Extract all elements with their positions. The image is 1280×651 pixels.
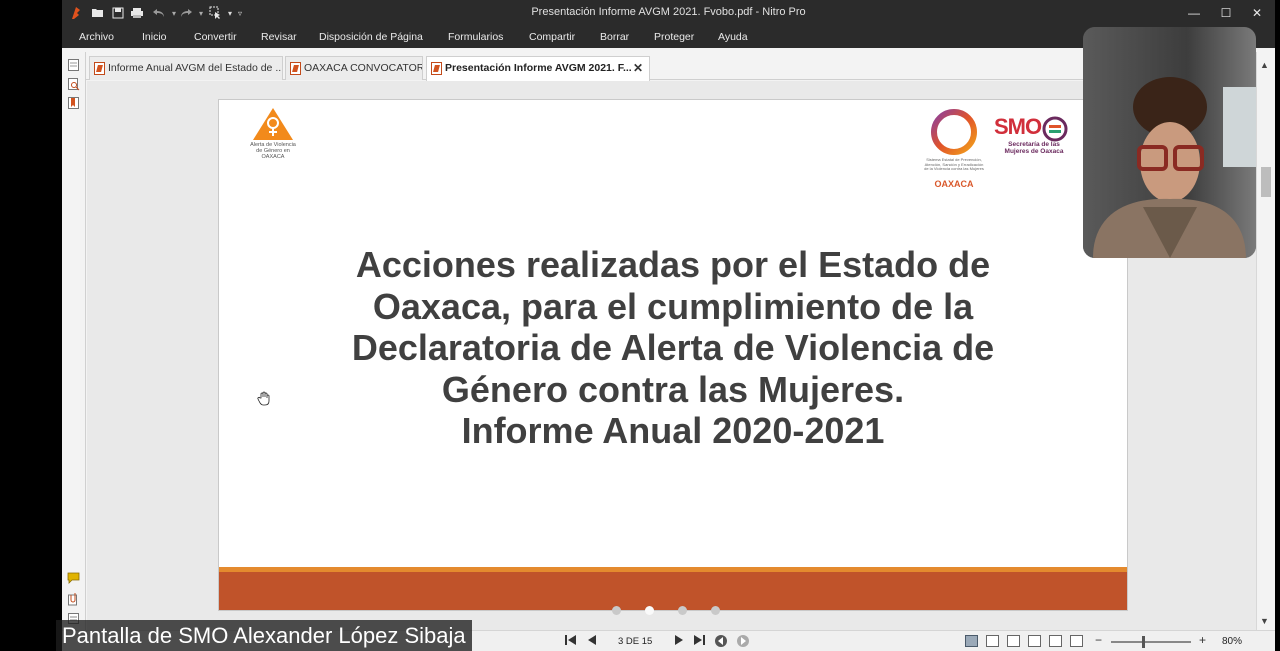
tab-label: Presentación Informe AVGM 2021. F... <box>445 62 632 74</box>
page-indicator[interactable]: 3 DE 15 <box>618 636 652 647</box>
slide-title-line: Oaxaca, para el cumplimiento de la <box>372 285 974 327</box>
progress-dot-current <box>645 606 654 615</box>
smo-logo: SMO Secretaría de las Mujeres de Oaxaca <box>994 114 1082 164</box>
sistema-logo-text: Sistema Estatal de Prevención, Atención,… <box>914 157 994 172</box>
menu-archivo[interactable]: Archivo <box>79 31 114 43</box>
search-panel-icon[interactable] <box>67 77 80 91</box>
menu-borrar[interactable]: Borrar <box>600 31 629 43</box>
scroll-down-icon[interactable]: ▼ <box>1260 616 1269 626</box>
avgm-logo: Alerta de Violencia de Género en OAXACA <box>241 106 305 166</box>
scroll-up-icon[interactable]: ▲ <box>1260 60 1269 70</box>
progress-dot <box>711 606 720 615</box>
menu-ayuda[interactable]: Ayuda <box>718 31 748 43</box>
menu-proteger[interactable]: Proteger <box>654 31 694 43</box>
hand-cursor-icon <box>257 391 271 409</box>
zoom-level[interactable]: 80% <box>1222 636 1242 647</box>
zoom-slider[interactable] <box>1111 636 1191 648</box>
prev-page-icon[interactable] <box>586 634 598 649</box>
zoom-out-button[interactable]: − <box>1095 633 1102 647</box>
slide-title: Acciones realizadas por el Estado de Oax… <box>259 244 1087 452</box>
first-page-icon[interactable] <box>564 634 578 649</box>
left-panel-strip <box>62 52 86 651</box>
sistema-logo-line: de la Violencia contra las Mujeres <box>924 166 984 172</box>
comment-icon[interactable] <box>67 572 80 586</box>
pdf-file-icon <box>290 62 301 75</box>
webcam-presenter-image <box>1083 27 1256 258</box>
tab-informe-anual[interactable]: Informe Anual AVGM del Estado de ... <box>89 56 283 80</box>
slide-title-line: Informe Anual 2020-2021 <box>461 410 885 451</box>
pdf-file-icon <box>94 62 105 75</box>
tab-label: OAXACA CONVOCATORIA <box>304 62 423 74</box>
smo-emblem-icon <box>1042 116 1068 142</box>
progress-dot <box>678 606 687 615</box>
scroll-thumb[interactable] <box>1261 167 1271 197</box>
slide-title-line: Género contra las Mujeres. <box>441 368 905 410</box>
avgm-triangle-icon <box>253 108 293 140</box>
pages-panel-icon[interactable] <box>67 58 80 72</box>
avgm-logo-text: Alerta de Violencia de Género en OAXACA <box>241 142 305 160</box>
slide-progress-dots <box>612 606 722 616</box>
next-page-icon[interactable] <box>673 634 685 649</box>
webcam-video-tile <box>1083 27 1256 258</box>
last-page-icon[interactable] <box>692 634 706 649</box>
vertical-scrollbar[interactable]: ▲ ▼ <box>1256 52 1275 630</box>
sistema-estatal-logo: Sistema Estatal de Prevención, Atención,… <box>914 106 994 189</box>
single-page-view-icon[interactable] <box>965 635 978 647</box>
continuous-view-icon[interactable] <box>986 635 999 647</box>
screen: ▾ ▾ ▾ ▿ Presentación Informe AVGM 2021. … <box>0 0 1280 651</box>
menu-revisar[interactable]: Revisar <box>261 31 297 43</box>
title-bar: ▾ ▾ ▾ ▿ Presentación Informe AVGM 2021. … <box>62 0 1275 26</box>
progress-dot <box>612 606 621 615</box>
zoom-in-button[interactable]: + <box>1199 633 1206 647</box>
attachment-icon[interactable] <box>67 592 80 606</box>
avgm-logo-line: OAXACA <box>261 154 285 160</box>
menu-formularios[interactable]: Formularios <box>448 31 503 43</box>
menu-disposicion-de-pagina[interactable]: Disposición de Página <box>319 31 423 43</box>
minimize-button[interactable]: — <box>1179 3 1209 23</box>
zoom-slider-knob[interactable] <box>1142 636 1145 648</box>
full-screen-view-icon[interactable] <box>1049 635 1062 647</box>
menu-inicio[interactable]: Inicio <box>142 31 167 43</box>
smo-logo-subtitle: Secretaría de las Mujeres de Oaxaca <box>994 141 1074 155</box>
pdf-file-icon <box>431 62 442 75</box>
slide-title-line: Acciones realizadas por el Estado de <box>355 244 991 285</box>
tab-oaxaca-convocatoria[interactable]: OAXACA CONVOCATORIA <box>285 56 423 80</box>
tab-label: Informe Anual AVGM del Estado de ... <box>108 62 283 74</box>
sistema-logo-oaxaca: OAXACA <box>934 179 974 189</box>
maximize-button[interactable]: ☐ <box>1211 3 1241 23</box>
close-window-button[interactable]: ✕ <box>1242 3 1272 23</box>
tab-presentacion-informe[interactable]: Presentación Informe AVGM 2021. F... ✕ <box>426 56 650 81</box>
screen-share-caption: Pantalla de SMO Alexander López Sibaja <box>56 620 472 651</box>
slide-title-line: Declaratoria de Alerta de Violencia de <box>351 327 995 368</box>
continuous-facing-view-icon[interactable] <box>1028 635 1041 647</box>
sistema-ring-icon <box>931 109 977 155</box>
back-view-icon[interactable] <box>714 634 728 651</box>
menu-convertir[interactable]: Convertir <box>194 31 237 43</box>
facing-view-icon[interactable] <box>1007 635 1020 647</box>
pdf-page-slide: Alerta de Violencia de Género en OAXACA <box>218 99 1128 611</box>
bookmarks-panel-icon[interactable] <box>67 96 80 110</box>
forward-view-icon[interactable] <box>736 634 750 651</box>
window-title: Presentación Informe AVGM 2021. Fvobo.pd… <box>531 6 806 18</box>
presentation-view-icon[interactable] <box>1070 635 1083 647</box>
slide-footer-band <box>219 572 1127 610</box>
smo-logo-text: SMO <box>994 114 1042 139</box>
smo-subtitle-line: Secretaría de las <box>1008 141 1060 148</box>
close-tab-icon[interactable]: ✕ <box>633 61 643 75</box>
menu-compartir[interactable]: Compartir <box>529 31 575 43</box>
smo-subtitle-line: Mujeres de Oaxaca <box>1004 148 1064 155</box>
